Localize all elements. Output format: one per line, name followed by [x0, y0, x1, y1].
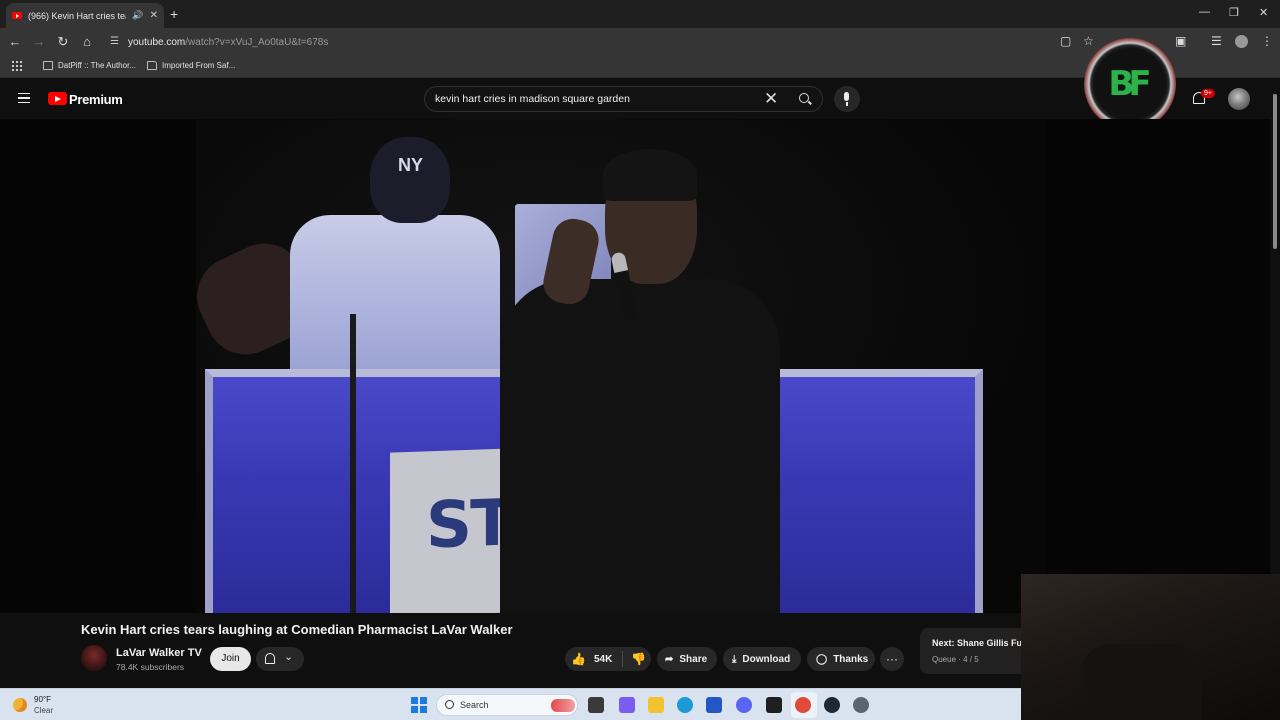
restore-icon[interactable]: ❐ — [1229, 6, 1239, 19]
thumbs-up-icon[interactable]: 👍 — [571, 652, 586, 666]
scrollbar-thumb[interactable] — [1273, 94, 1277, 249]
subscribed-notifications-button[interactable]: ⌄ — [256, 647, 304, 671]
thumbs-down-icon[interactable]: 👎 — [631, 652, 646, 666]
bookmark-star-icon[interactable]: ☆ — [1083, 34, 1094, 48]
forward-arrow-icon[interactable]: → — [31, 34, 47, 49]
search-highlight-icon — [551, 699, 575, 712]
bell-icon — [265, 653, 275, 664]
edge-icon[interactable] — [677, 697, 693, 713]
share-label: Share — [679, 653, 708, 665]
extensions-icon[interactable]: ▣ — [1175, 34, 1186, 48]
android-icon[interactable] — [766, 697, 782, 713]
next-in-queue-card[interactable]: Next: Shane Gillis Full Queue · 4 / 5 — [920, 628, 1032, 674]
bookmark-datpiff[interactable]: DatPiff :: The Author... — [43, 61, 136, 70]
browser-tab-active[interactable]: (966) Kevin Hart cries tears 🔊 ✕ — [6, 3, 164, 28]
video-title: Kevin Hart cries tears laughing at Comed… — [81, 622, 513, 637]
bookmark-label: DatPiff :: The Author... — [58, 61, 136, 70]
close-window-icon[interactable]: ✕ — [1259, 6, 1268, 19]
youtube-favicon-icon — [12, 12, 22, 19]
thanks-label: Thanks — [833, 653, 869, 665]
browser-tabstrip: (966) Kevin Hart cries tears 🔊 ✕ + — ❐ ✕ — [0, 0, 1280, 28]
divider — [622, 651, 624, 667]
media-controls-icon[interactable]: ☰ — [1211, 34, 1222, 48]
search-input[interactable]: kevin hart cries in madison square garde… — [435, 93, 630, 105]
webcam-overlay — [1021, 574, 1280, 720]
site-info-icon[interactable]: ☰ — [110, 36, 119, 47]
search-button[interactable] — [790, 87, 823, 111]
join-button[interactable]: Join — [210, 647, 251, 671]
more-actions-button[interactable]: ··· — [880, 647, 904, 671]
clear-search-icon[interactable]: ✕ — [764, 89, 778, 109]
comedian-beanie — [603, 149, 697, 201]
minimize-icon[interactable]: — — [1199, 6, 1210, 18]
watermark-text: BF — [1108, 64, 1151, 104]
download-label: Download — [742, 653, 791, 665]
tab-title: (966) Kevin Hart cries tears — [28, 10, 126, 21]
chevron-down-icon: ⌄ — [284, 651, 294, 663]
bookmark-label: Imported From Saf... — [162, 61, 236, 70]
thanks-button[interactable]: ◯ Thanks — [807, 647, 875, 671]
speaker-icon[interactable]: 🔊 — [132, 10, 143, 21]
reload-icon[interactable]: ↻ — [55, 34, 71, 50]
address-bar[interactable]: ☰ youtube.com/watch?v=xVuJ_Ao0taU&t=678s — [102, 31, 1102, 53]
chrome-icon[interactable] — [795, 697, 811, 713]
like-count[interactable]: 54K — [594, 654, 612, 665]
subscriber-count: 78.4K subscribers — [116, 662, 185, 672]
video-player[interactable]: NY STA — [0, 119, 1270, 613]
discord-icon[interactable] — [736, 697, 752, 713]
channel-avatar[interactable] — [81, 645, 107, 671]
apps-grid-icon[interactable] — [12, 61, 22, 71]
store-icon[interactable] — [706, 697, 722, 713]
download-icon: ⤓ — [732, 653, 737, 665]
dj-figure — [290, 215, 500, 375]
youtube-logo-icon[interactable] — [48, 92, 67, 105]
mic-stand — [350, 314, 356, 613]
share-button[interactable]: ➦ Share — [657, 647, 717, 671]
folder-icon — [147, 61, 157, 70]
weather-temperature[interactable]: 90°F — [34, 695, 51, 704]
taskbar-search-label: Search — [460, 700, 489, 710]
profile-avatar[interactable] — [1235, 35, 1248, 48]
windows-taskbar: 90°F Clear Search — [0, 688, 1021, 720]
cap-logo: NY — [398, 155, 424, 175]
dj-head — [370, 137, 450, 223]
browser-menu-icon[interactable]: ⋮ — [1261, 34, 1273, 48]
share-icon: ➦ — [665, 653, 674, 665]
search-icon — [445, 700, 454, 709]
taskbar-search[interactable]: Search — [436, 694, 578, 716]
voice-search-icon[interactable] — [834, 86, 860, 112]
windows-start-icon[interactable] — [411, 697, 427, 713]
download-button[interactable]: ⤓ Download — [723, 647, 801, 671]
steam-icon[interactable] — [824, 697, 840, 713]
bookmark-folder-imported[interactable]: Imported From Saf... — [147, 61, 235, 70]
back-arrow-icon[interactable]: ← — [7, 34, 23, 49]
settings-icon[interactable] — [853, 697, 869, 713]
stream-watermark-logo: BF — [1084, 38, 1176, 130]
account-avatar[interactable] — [1228, 88, 1250, 110]
copilot-icon[interactable] — [619, 697, 635, 713]
folder-icon[interactable] — [648, 697, 664, 713]
new-tab-icon[interactable]: + — [170, 6, 178, 22]
menu-icon[interactable] — [18, 93, 30, 103]
thanks-icon: ◯ — [816, 653, 828, 665]
cast-icon[interactable]: ▢ — [1060, 34, 1071, 48]
notification-badge: 9+ — [1201, 89, 1215, 98]
search-icon — [799, 93, 809, 103]
like-dislike-group: 👍 54K 👎 — [565, 647, 651, 671]
url-host: youtube.com — [128, 36, 186, 48]
next-video-label: Next: Shane Gillis Full — [932, 638, 1028, 648]
queue-position: Queue · 4 / 5 — [932, 655, 979, 664]
close-tab-icon[interactable]: ✕ — [150, 10, 158, 21]
search-box[interactable]: kevin hart cries in madison square garde… — [424, 86, 823, 112]
channel-name[interactable]: LaVar Walker TV — [116, 647, 202, 659]
weather-condition[interactable]: Clear — [34, 706, 53, 715]
url-path: /watch?v=xVuJ_Ao0taU&t=678s — [185, 36, 329, 48]
datpiff-favicon-icon — [43, 61, 53, 70]
weather-moon-icon[interactable] — [13, 698, 27, 712]
file-manager-icon[interactable] — [588, 697, 604, 713]
comedian-figure — [500, 279, 780, 613]
more-icon: ··· — [886, 652, 898, 666]
youtube-brand[interactable]: Premium — [69, 92, 123, 107]
home-icon[interactable]: ⌂ — [79, 34, 95, 49]
